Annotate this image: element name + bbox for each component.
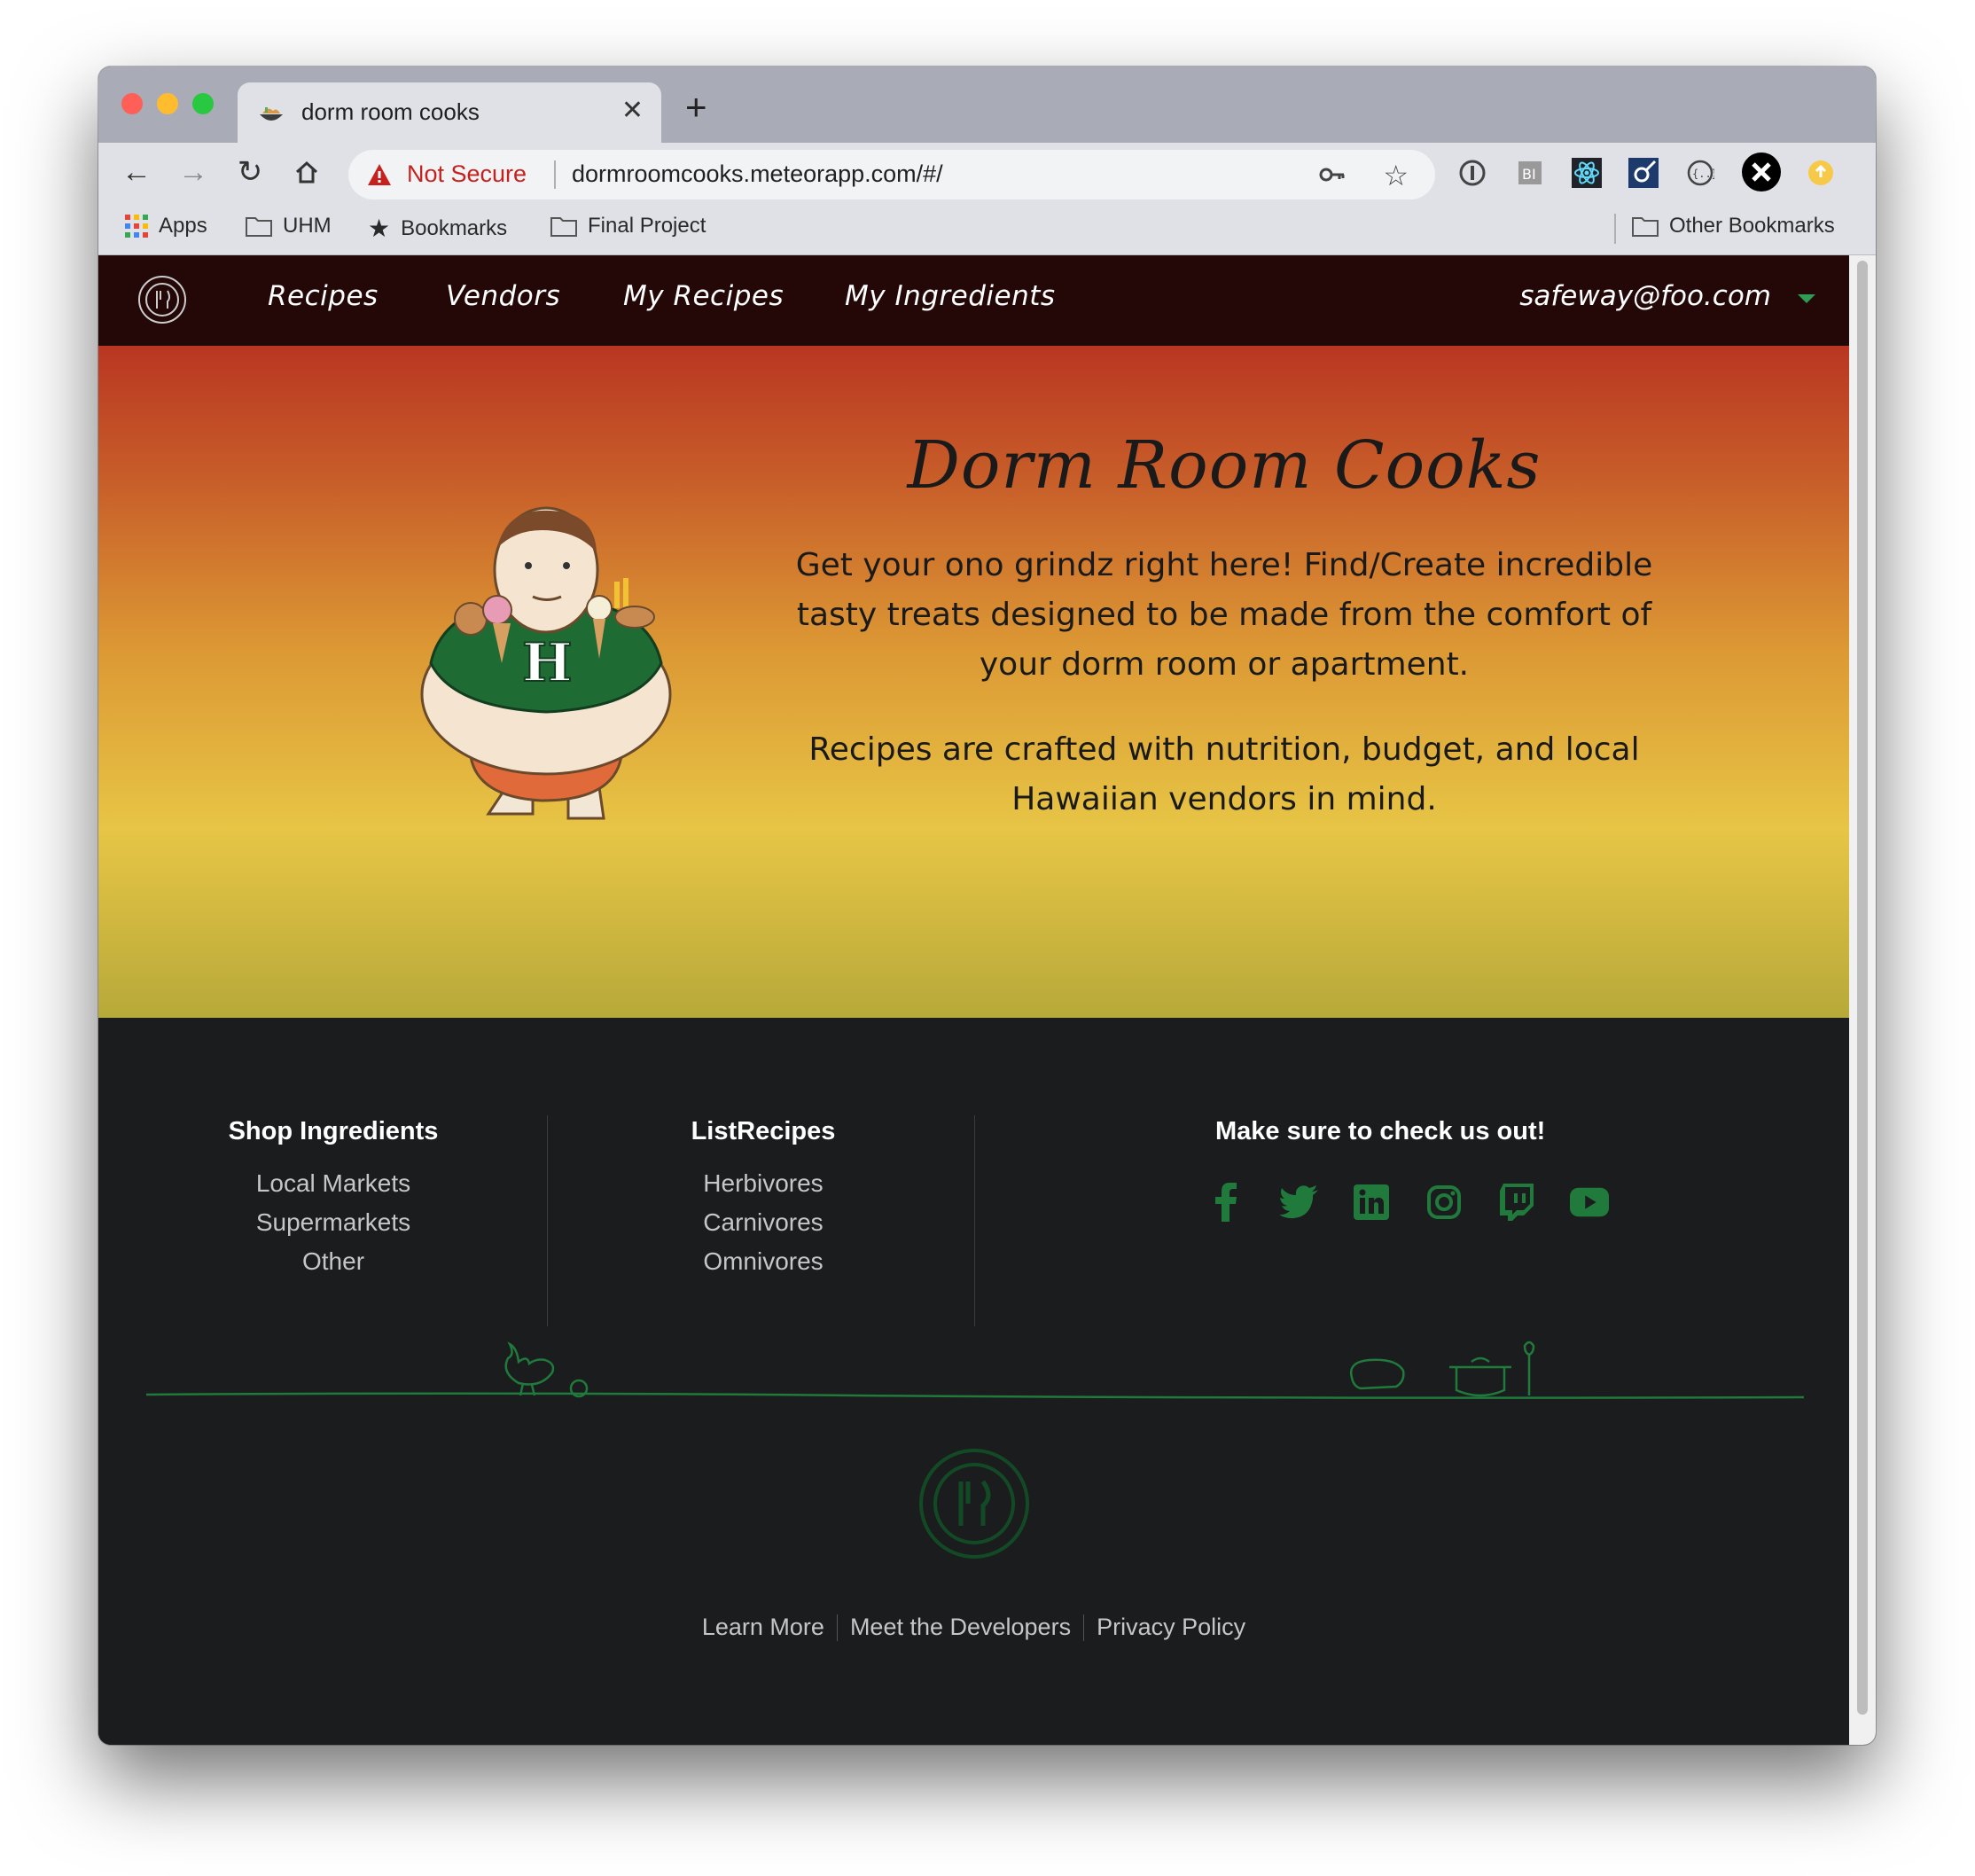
onepassword-extension-icon[interactable] [1456, 157, 1488, 189]
svg-text:H: H [522, 632, 573, 694]
tab-strip: dorm room cooks ✕ + [98, 66, 1876, 143]
scrollbar-thumb[interactable] [1857, 261, 1868, 1715]
kitchen-doodle-illustration [146, 1341, 1804, 1399]
browser-toolbar: ← → ↻ Not Secure dormroomcooks.meteorapp… [98, 143, 1876, 203]
nav-vendors[interactable]: Vendors [446, 280, 560, 312]
other-bookmarks-label: Other Bookmarks [1669, 214, 1835, 238]
tab-title: dorm room cooks [301, 98, 480, 125]
footer-col-shop: Shop Ingredients Local Markets Supermark… [196, 1117, 471, 1281]
footer-link-omnivores[interactable]: Omnivores [630, 1242, 896, 1281]
footer-logo-icon[interactable] [912, 1442, 1036, 1566]
bi-extension-icon[interactable]: BI [1514, 157, 1546, 189]
twitch-icon[interactable] [1497, 1183, 1536, 1222]
active-tab[interactable]: dorm room cooks ✕ [238, 82, 661, 143]
browser-window: dorm room cooks ✕ + ← → ↻ Not Secure dor… [98, 66, 1876, 1745]
footer-link-herbivores[interactable]: Herbivores [630, 1164, 896, 1203]
folder-icon [550, 217, 577, 237]
tab-close-icon[interactable]: ✕ [621, 95, 644, 126]
bookmark-uhm-label: UHM [283, 214, 332, 238]
footer-heading-shop: Shop Ingredients [228, 1117, 439, 1145]
reload-icon[interactable]: ↻ [228, 150, 272, 194]
dropdown-caret-icon[interactable] [1798, 294, 1815, 303]
bookmarks-divider [1614, 214, 1616, 244]
svg-text:BI: BI [1522, 166, 1536, 183]
link-separator [836, 1614, 838, 1641]
youtube-icon[interactable] [1570, 1183, 1609, 1222]
close-window-button[interactable] [121, 93, 143, 114]
bowl-favicon-icon [260, 107, 283, 121]
footer-link-local-markets[interactable]: Local Markets [196, 1164, 471, 1203]
footer-link-meet-developers[interactable]: Meet the Developers [850, 1614, 1071, 1641]
nav-my-recipes[interactable]: My Recipes [623, 280, 784, 312]
bookmark-bookmarks[interactable]: ★ Bookmarks [368, 214, 507, 243]
site-footer: Shop Ingredients Local Markets Supermark… [98, 1018, 1849, 1745]
folder-icon [1632, 217, 1659, 237]
nav-my-ingredients[interactable]: My Ingredients [845, 280, 1056, 312]
zoom-window-button[interactable] [192, 93, 214, 114]
apps-grid-icon [125, 215, 148, 238]
bookmark-star-icon[interactable]: ☆ [1383, 159, 1409, 192]
react-devtools-icon[interactable] [1571, 157, 1603, 189]
address-bar[interactable]: Not Secure dormroomcooks.meteorapp.com/#… [348, 150, 1435, 199]
site-logo-icon[interactable] [136, 273, 189, 326]
json-viewer-icon[interactable]: {..} [1684, 157, 1716, 189]
site-navbar: Recipes Vendors My Recipes My Ingredient… [98, 255, 1849, 346]
footer-heading-recipes: ListRecipes [691, 1117, 836, 1145]
hero-section: H Dorm Room Cooks Get your ono grindz ri… [98, 346, 1849, 1018]
bookmark-final-project[interactable]: Final Project [550, 214, 706, 238]
bookmark-final-project-label: Final Project [588, 214, 706, 238]
bookmark-bookmarks-label: Bookmarks [401, 215, 508, 240]
vertical-scrollbar[interactable] [1849, 255, 1876, 1745]
bookmark-apps-label: Apps [159, 214, 207, 238]
footer-link-privacy-policy[interactable]: Privacy Policy [1097, 1614, 1245, 1641]
key-icon[interactable] [1318, 160, 1347, 189]
meteor-devtools-icon[interactable] [1628, 157, 1659, 189]
bookmark-uhm[interactable]: UHM [246, 214, 332, 238]
footer-link-learn-more[interactable]: Learn More [702, 1614, 824, 1641]
folder-icon [246, 217, 272, 237]
footer-col-recipes: ListRecipes Herbivores Carnivores Omnivo… [630, 1117, 896, 1281]
star-icon: ★ [368, 215, 391, 242]
facebook-icon[interactable] [1206, 1183, 1245, 1222]
footer-link-other[interactable]: Other [196, 1242, 471, 1281]
footer-col-social: Make sure to check us out! [1215, 1117, 1783, 1164]
twitter-icon[interactable] [1279, 1183, 1318, 1222]
user-menu[interactable]: safeway@foo.com [1519, 280, 1771, 312]
home-icon[interactable] [285, 150, 329, 194]
hero-tagline: Recipes are crafted with nutrition, budg… [808, 731, 1640, 817]
hero-title: Dorm Room Cooks [907, 427, 1542, 504]
profile-extension-icon[interactable] [1805, 157, 1837, 189]
new-tab-button[interactable]: + [685, 86, 707, 129]
omnibox-divider [554, 160, 556, 189]
nav-recipes[interactable]: Recipes [268, 280, 379, 312]
svg-text:{..}: {..} [1692, 168, 1714, 180]
bookmarks-bar: Apps UHM ★ Bookmarks Final Project Other… [98, 203, 1876, 255]
minimize-window-button[interactable] [157, 93, 178, 114]
bookmark-other[interactable]: Other Bookmarks [1632, 214, 1835, 238]
instagram-icon[interactable] [1425, 1183, 1464, 1222]
link-separator [1083, 1614, 1085, 1641]
linkedin-icon[interactable] [1352, 1183, 1391, 1222]
close-circle-extension-icon[interactable] [1741, 152, 1782, 192]
footer-divider [974, 1115, 975, 1326]
bookmark-apps[interactable]: Apps [125, 214, 207, 238]
footer-divider [547, 1115, 548, 1326]
back-icon[interactable]: ← [114, 150, 159, 194]
warning-icon [368, 164, 391, 185]
security-label[interactable]: Not Secure [407, 160, 527, 188]
footer-link-carnivores[interactable]: Carnivores [630, 1203, 896, 1242]
hero-description: Get your ono grindz right here! Find/Cre… [795, 547, 1653, 683]
mascot-illustration: H [420, 506, 672, 820]
footer-heading-social: Make sure to check us out! [1215, 1117, 1546, 1145]
social-icons [1206, 1183, 1609, 1222]
footer-bottom-links: Learn More Meet the Developers Privacy P… [98, 1614, 1849, 1641]
forward-icon[interactable]: → [171, 150, 215, 194]
web-page: Recipes Vendors My Recipes My Ingredient… [98, 255, 1849, 1745]
footer-link-supermarkets[interactable]: Supermarkets [196, 1203, 471, 1242]
url-text[interactable]: dormroomcooks.meteorapp.com/#/ [572, 160, 943, 188]
